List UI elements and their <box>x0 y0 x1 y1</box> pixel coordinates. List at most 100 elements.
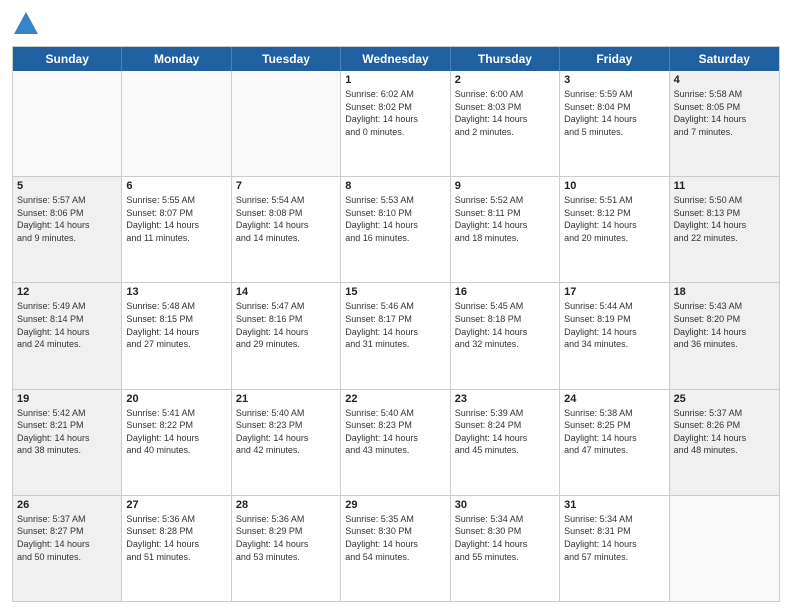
day-number: 28 <box>236 499 336 511</box>
cell-line: and 48 minutes. <box>674 444 775 457</box>
cell-line: Sunrise: 5:34 AM <box>564 513 664 526</box>
calendar-cell-16: 16Sunrise: 5:45 AMSunset: 8:18 PMDayligh… <box>451 283 560 388</box>
cell-line: Sunset: 8:28 PM <box>126 525 226 538</box>
cell-line: and 14 minutes. <box>236 232 336 245</box>
cell-line: Daylight: 14 hours <box>674 219 775 232</box>
cell-line: Daylight: 14 hours <box>674 326 775 339</box>
cell-line: and 5 minutes. <box>564 126 664 139</box>
cell-line: and 24 minutes. <box>17 338 117 351</box>
day-number: 22 <box>345 393 445 405</box>
cell-line: and 45 minutes. <box>455 444 555 457</box>
calendar-header-saturday: Saturday <box>670 47 779 71</box>
day-number: 10 <box>564 180 664 192</box>
cell-line: Sunrise: 5:43 AM <box>674 300 775 313</box>
cell-line: Daylight: 14 hours <box>126 326 226 339</box>
cell-line: Sunrise: 5:57 AM <box>17 194 117 207</box>
calendar-cell-1: 1Sunrise: 6:02 AMSunset: 8:02 PMDaylight… <box>341 71 450 176</box>
calendar-cell-19: 19Sunrise: 5:42 AMSunset: 8:21 PMDayligh… <box>13 390 122 495</box>
cell-line: and 22 minutes. <box>674 232 775 245</box>
cell-line: Sunset: 8:07 PM <box>126 207 226 220</box>
calendar-header: SundayMondayTuesdayWednesdayThursdayFrid… <box>13 47 779 71</box>
logo <box>12 10 44 38</box>
calendar-body: 1Sunrise: 6:02 AMSunset: 8:02 PMDaylight… <box>13 71 779 601</box>
calendar-cell-18: 18Sunrise: 5:43 AMSunset: 8:20 PMDayligh… <box>670 283 779 388</box>
calendar-cell-28: 28Sunrise: 5:36 AMSunset: 8:29 PMDayligh… <box>232 496 341 601</box>
cell-line: Sunrise: 5:48 AM <box>126 300 226 313</box>
calendar-cell-14: 14Sunrise: 5:47 AMSunset: 8:16 PMDayligh… <box>232 283 341 388</box>
cell-line: and 11 minutes. <box>126 232 226 245</box>
calendar-cell-empty <box>232 71 341 176</box>
calendar-cell-6: 6Sunrise: 5:55 AMSunset: 8:07 PMDaylight… <box>122 177 231 282</box>
cell-line: and 31 minutes. <box>345 338 445 351</box>
cell-line: Daylight: 14 hours <box>455 326 555 339</box>
cell-line: and 54 minutes. <box>345 551 445 564</box>
cell-line: Daylight: 14 hours <box>17 432 117 445</box>
cell-line: Sunrise: 5:41 AM <box>126 407 226 420</box>
calendar-header-sunday: Sunday <box>13 47 122 71</box>
cell-line: and 42 minutes. <box>236 444 336 457</box>
calendar-cell-4: 4Sunrise: 5:58 AMSunset: 8:05 PMDaylight… <box>670 71 779 176</box>
calendar-cell-24: 24Sunrise: 5:38 AMSunset: 8:25 PMDayligh… <box>560 390 669 495</box>
cell-line: Sunset: 8:26 PM <box>674 419 775 432</box>
cell-line: Sunset: 8:10 PM <box>345 207 445 220</box>
cell-line: Sunrise: 5:37 AM <box>674 407 775 420</box>
cell-line: Sunset: 8:06 PM <box>17 207 117 220</box>
day-number: 27 <box>126 499 226 511</box>
cell-line: and 53 minutes. <box>236 551 336 564</box>
cell-line: Sunrise: 5:34 AM <box>455 513 555 526</box>
day-number: 8 <box>345 180 445 192</box>
cell-line: and 55 minutes. <box>455 551 555 564</box>
cell-line: Sunrise: 5:45 AM <box>455 300 555 313</box>
day-number: 21 <box>236 393 336 405</box>
calendar-cell-29: 29Sunrise: 5:35 AMSunset: 8:30 PMDayligh… <box>341 496 450 601</box>
cell-line: Sunrise: 5:47 AM <box>236 300 336 313</box>
header <box>12 10 780 38</box>
cell-line: Daylight: 14 hours <box>455 432 555 445</box>
cell-line: Sunrise: 5:51 AM <box>564 194 664 207</box>
calendar-cell-27: 27Sunrise: 5:36 AMSunset: 8:28 PMDayligh… <box>122 496 231 601</box>
day-number: 19 <box>17 393 117 405</box>
cell-line: and 27 minutes. <box>126 338 226 351</box>
cell-line: Daylight: 14 hours <box>564 538 664 551</box>
cell-line: Sunset: 8:14 PM <box>17 313 117 326</box>
calendar-cell-20: 20Sunrise: 5:41 AMSunset: 8:22 PMDayligh… <box>122 390 231 495</box>
calendar: SundayMondayTuesdayWednesdayThursdayFrid… <box>12 46 780 602</box>
calendar-week-4: 19Sunrise: 5:42 AMSunset: 8:21 PMDayligh… <box>13 389 779 495</box>
cell-line: Sunrise: 5:59 AM <box>564 88 664 101</box>
calendar-cell-empty <box>670 496 779 601</box>
cell-line: Daylight: 14 hours <box>455 538 555 551</box>
cell-line: Sunset: 8:22 PM <box>126 419 226 432</box>
cell-line: Sunset: 8:21 PM <box>17 419 117 432</box>
cell-line: Sunrise: 5:39 AM <box>455 407 555 420</box>
calendar-cell-22: 22Sunrise: 5:40 AMSunset: 8:23 PMDayligh… <box>341 390 450 495</box>
calendar-cell-empty <box>122 71 231 176</box>
day-number: 24 <box>564 393 664 405</box>
day-number: 12 <box>17 286 117 298</box>
cell-line: and 16 minutes. <box>345 232 445 245</box>
cell-line: Daylight: 14 hours <box>345 432 445 445</box>
calendar-cell-2: 2Sunrise: 6:00 AMSunset: 8:03 PMDaylight… <box>451 71 560 176</box>
cell-line: Sunrise: 5:36 AM <box>126 513 226 526</box>
cell-line: and 51 minutes. <box>126 551 226 564</box>
day-number: 30 <box>455 499 555 511</box>
calendar-cell-31: 31Sunrise: 5:34 AMSunset: 8:31 PMDayligh… <box>560 496 669 601</box>
calendar-header-monday: Monday <box>122 47 231 71</box>
day-number: 14 <box>236 286 336 298</box>
calendar-cell-30: 30Sunrise: 5:34 AMSunset: 8:30 PMDayligh… <box>451 496 560 601</box>
calendar-cell-5: 5Sunrise: 5:57 AMSunset: 8:06 PMDaylight… <box>13 177 122 282</box>
cell-line: Sunset: 8:23 PM <box>345 419 445 432</box>
day-number: 1 <box>345 74 445 86</box>
cell-line: Daylight: 14 hours <box>564 326 664 339</box>
cell-line: Sunrise: 5:58 AM <box>674 88 775 101</box>
cell-line: and 40 minutes. <box>126 444 226 457</box>
cell-line: Sunset: 8:02 PM <box>345 101 445 114</box>
cell-line: Sunrise: 5:52 AM <box>455 194 555 207</box>
day-number: 11 <box>674 180 775 192</box>
cell-line: and 43 minutes. <box>345 444 445 457</box>
cell-line: Daylight: 14 hours <box>564 113 664 126</box>
day-number: 2 <box>455 74 555 86</box>
cell-line: Daylight: 14 hours <box>564 219 664 232</box>
cell-line: and 2 minutes. <box>455 126 555 139</box>
cell-line: Sunset: 8:23 PM <box>236 419 336 432</box>
cell-line: and 29 minutes. <box>236 338 336 351</box>
